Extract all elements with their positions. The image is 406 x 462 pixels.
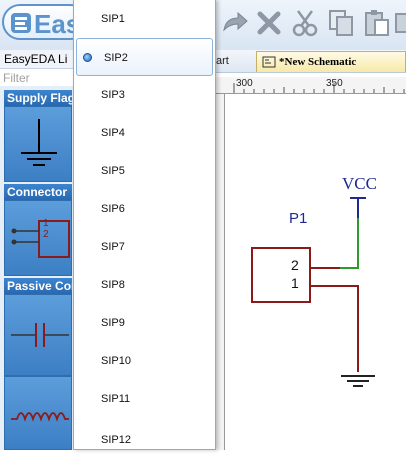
wire-vcc[interactable] (340, 218, 359, 269)
cut-icon[interactable] (290, 8, 320, 38)
dropdown-item[interactable]: SIP8 (74, 266, 215, 304)
delete-icon[interactable] (254, 8, 284, 38)
pin-number-label: 2 (291, 257, 299, 273)
wire-gnd[interactable] (310, 285, 359, 372)
ground-symbol-icon (21, 119, 57, 166)
tab-new-schematic[interactable]: *New Schematic (256, 51, 406, 72)
redo-icon[interactable] (220, 8, 250, 38)
library-filter-input[interactable]: Filter (0, 70, 76, 86)
dropdown-item-selected[interactable]: SIP2 (76, 38, 213, 76)
dropdown-item[interactable]: SIP11 (74, 380, 215, 418)
schematic-tab-icon (262, 56, 276, 68)
ground-symbol (341, 375, 375, 387)
dropdown-item[interactable]: SIP12 (74, 418, 215, 450)
capacitor-symbol-icon (11, 323, 69, 347)
library-panel: Supply Flag Connector 1 2 Passive Con (0, 86, 76, 450)
paste-icon[interactable] (362, 8, 392, 38)
part-p1-body[interactable] (251, 247, 311, 303)
dropdown-item[interactable]: SIP6 (74, 190, 215, 228)
selected-radio-icon (83, 53, 92, 62)
dropdown-item[interactable]: SIP3 (74, 76, 215, 114)
copy-icon[interactable] (326, 8, 356, 38)
tab-start[interactable]: art (216, 52, 254, 70)
connector-symbol-icon (11, 220, 70, 258)
tab-new-schematic-label: *New Schematic (279, 56, 357, 68)
section-header-supply-flag[interactable]: Supply Flag (4, 90, 72, 106)
part-designator: P1 (289, 210, 308, 227)
dropdown-item[interactable]: SIP7 (74, 228, 215, 266)
inductor-symbol-icon (11, 412, 69, 422)
schematic-canvas[interactable]: VCC P1 2 1 (216, 94, 406, 450)
tile-connector[interactable]: 1 2 (4, 200, 72, 276)
tile-inductor[interactable] (4, 376, 72, 450)
package-dropdown-list[interactable]: SIP1 SIP2 SIP3 SIP4 SIP5 SIP6 SIP7 SIP8 … (73, 0, 216, 450)
dropdown-item[interactable]: SIP4 (74, 114, 215, 152)
more-tools-icon[interactable] (394, 8, 406, 38)
dropdown-item[interactable]: SIP10 (74, 342, 215, 380)
vcc-label: VCC (342, 174, 377, 193)
horizontal-ruler: 300 350 (216, 77, 406, 94)
section-header-passive[interactable]: Passive Con (4, 278, 72, 294)
connector-pin-label: 2 (43, 229, 49, 240)
ruler-tick-label: 300 (236, 78, 253, 89)
tile-supply-flag[interactable] (4, 106, 72, 182)
dropdown-item[interactable]: SIP9 (74, 304, 215, 342)
vertical-ruler (216, 94, 225, 450)
schematic-drawing (251, 197, 375, 387)
logo-mark-icon (11, 13, 31, 33)
tile-capacitor[interactable] (4, 294, 72, 376)
dropdown-item[interactable]: SIP5 (74, 152, 215, 190)
section-header-connector[interactable]: Connector (4, 184, 72, 200)
library-title: EasyEDA Li (0, 50, 76, 69)
ruler-tick-label: 350 (326, 78, 343, 89)
dropdown-item[interactable]: SIP1 (74, 0, 215, 38)
connector-pin-label: 1 (43, 218, 49, 229)
pin-number-label: 1 (291, 275, 299, 291)
